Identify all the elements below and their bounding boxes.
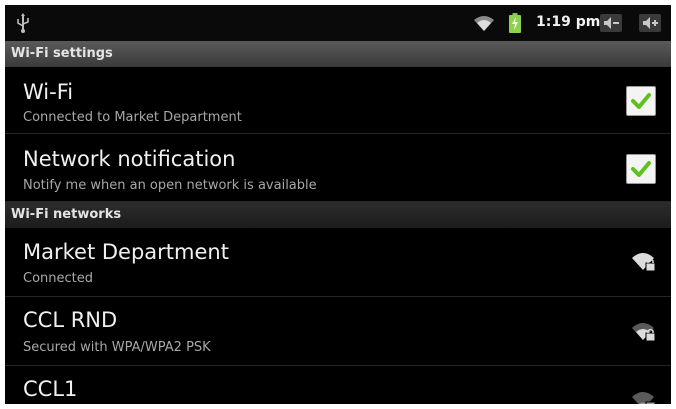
battery-charging-icon <box>509 13 521 33</box>
network-row[interactable]: CCL1 <box>5 366 671 404</box>
wifi-signal-icon <box>474 16 494 31</box>
network-notification-checkbox[interactable] <box>626 154 656 184</box>
usb-icon <box>17 13 29 33</box>
volume-down-icon <box>600 14 622 32</box>
setting-row-wifi[interactable]: Wi-Fi Connected to Market Department <box>5 67 671 134</box>
network-row[interactable]: CCL RND Secured with WPA/WPA2 PSK <box>5 297 671 366</box>
network-status: Connected <box>23 271 94 286</box>
checkmark-icon <box>631 93 651 109</box>
setting-summary: Notify me when an open network is availa… <box>23 178 317 193</box>
setting-row-network-notification[interactable]: Network notification Notify me when an o… <box>5 134 671 202</box>
checkmark-icon <box>631 161 651 177</box>
network-name: CCL1 <box>23 377 78 401</box>
network-name: Market Department <box>23 240 229 264</box>
section-header-wifi-networks: Wi-Fi networks <box>5 202 671 228</box>
setting-title: Wi-Fi <box>23 80 74 104</box>
section-header-wifi-settings: Wi-Fi settings <box>5 41 671 67</box>
setting-title: Network notification <box>23 147 236 171</box>
network-row[interactable]: Market Department Connected <box>5 228 671 297</box>
network-status: Secured with WPA/WPA2 PSK <box>23 340 211 355</box>
volume-up-icon <box>639 14 661 32</box>
status-time: 1:19 pm <box>536 14 601 30</box>
device-screen: 1:19 pm Wi-Fi settings Wi-Fi Connected t… <box>5 5 671 404</box>
setting-summary: Connected to Market Department <box>23 110 242 125</box>
network-name: CCL RND <box>23 308 118 332</box>
status-bar: 1:19 pm <box>5 5 671 41</box>
wifi-secured-icon <box>632 392 656 404</box>
wifi-secured-icon <box>632 253 656 272</box>
wifi-checkbox[interactable] <box>626 86 656 116</box>
wifi-secured-icon <box>632 323 656 342</box>
